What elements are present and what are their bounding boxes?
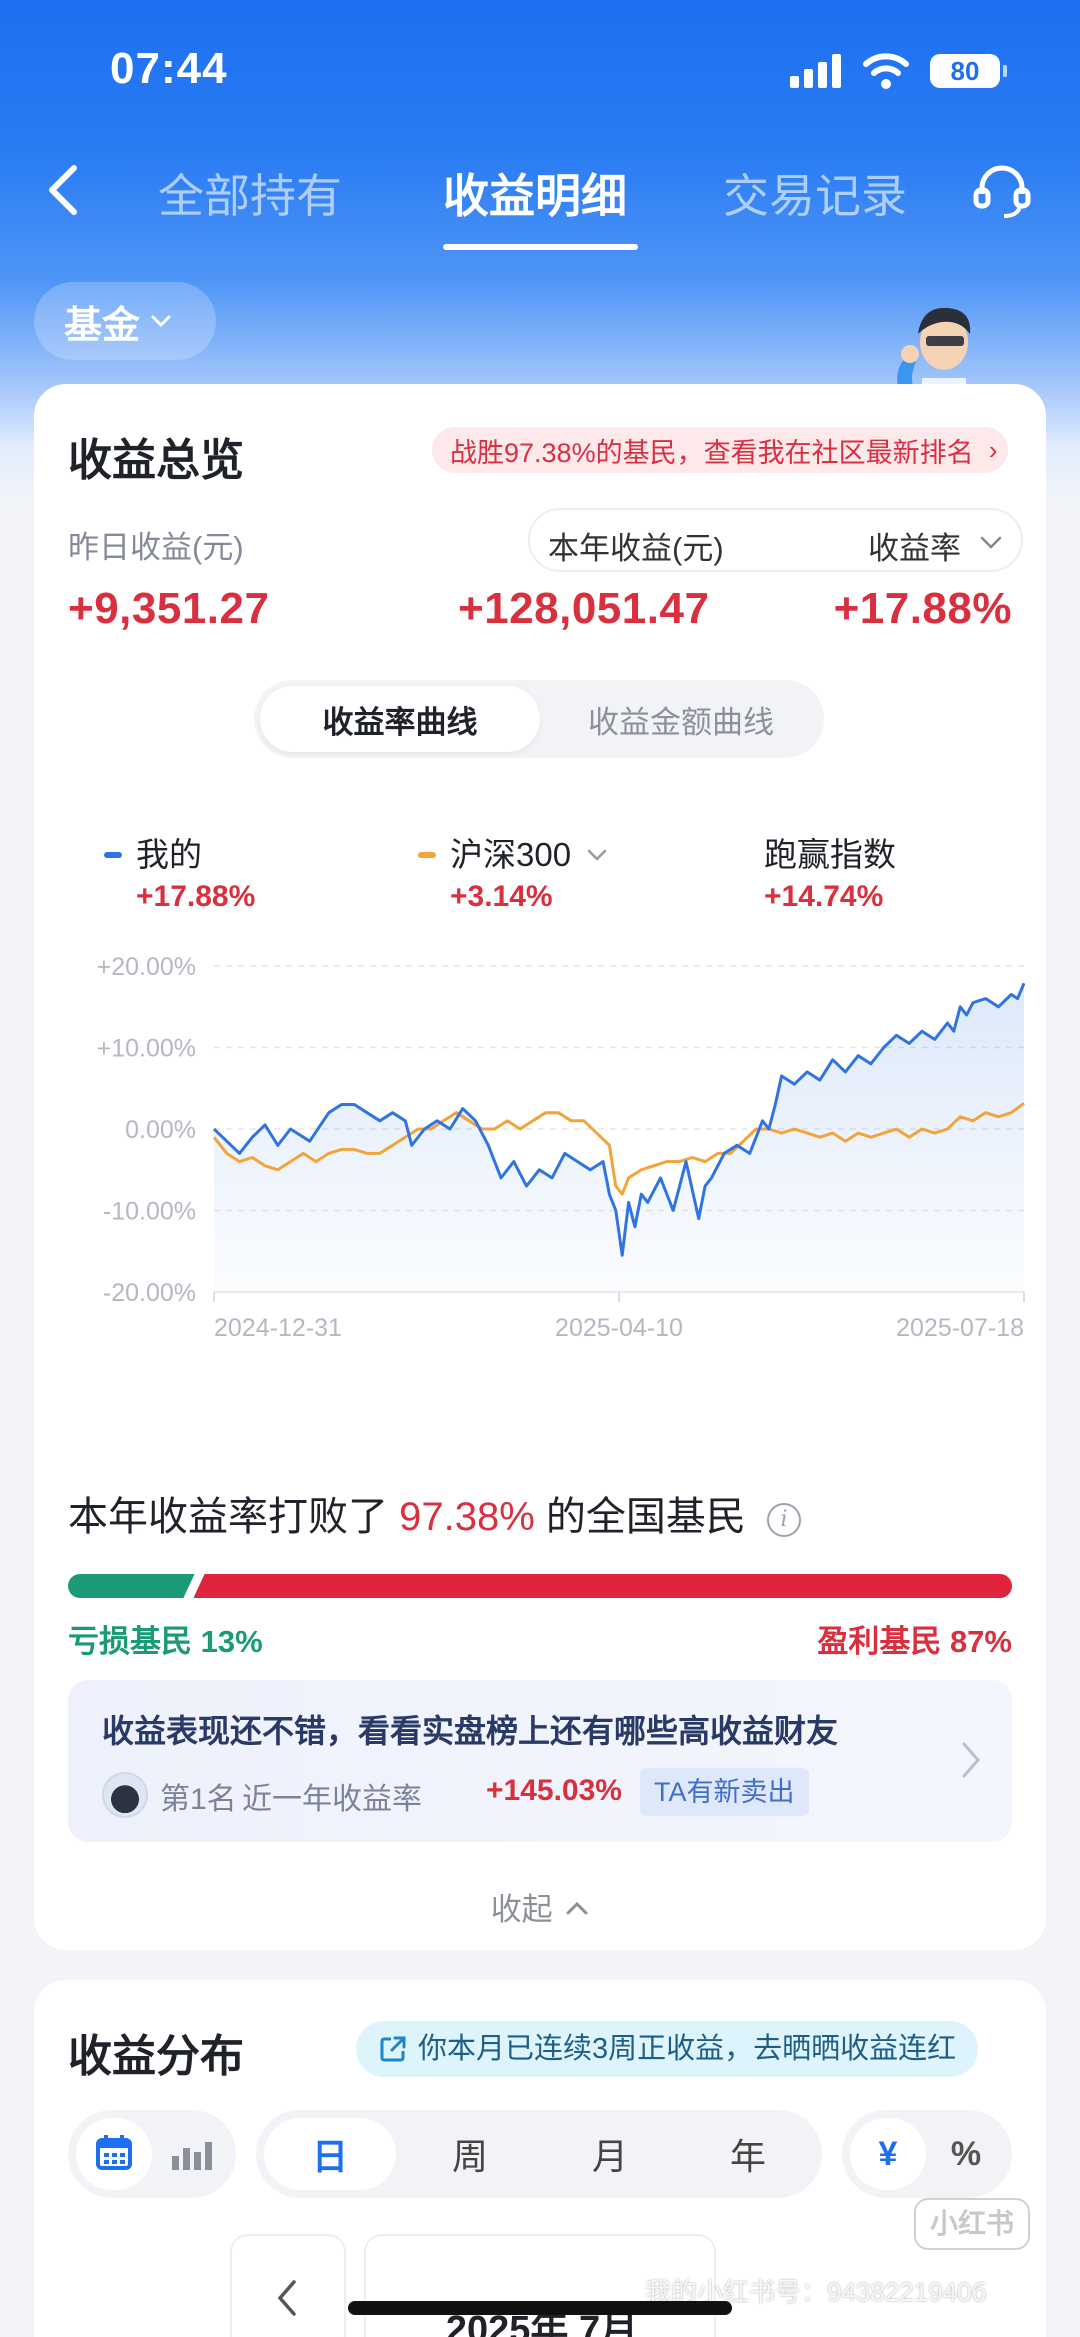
profit-overview-card: 收益总览 战胜97.38%的基民，查看我在社区最新排名 › 昨日收益(元) +9…	[34, 384, 1046, 1950]
view-mode-toggle	[68, 2110, 236, 2198]
mine-legend-name: 我的	[136, 836, 202, 873]
beat-summary: 本年收益率打败了 97.38% 的全国基民 i	[68, 1484, 802, 1542]
index-legend-name[interactable]: 沪深300	[450, 828, 608, 876]
year-profit-label: 本年收益(元)	[548, 531, 724, 566]
gain-bar	[195, 1574, 1012, 1598]
filter-label: 基金	[64, 304, 141, 347]
calendar-view-button[interactable]	[76, 2118, 152, 2190]
y-tick-label: +20.00%	[97, 953, 196, 981]
chevron-down-icon	[151, 315, 171, 328]
y-tick-label: -20.00%	[103, 1279, 196, 1307]
signal-icon	[790, 54, 844, 88]
tab-all-holdings[interactable]: 全部持有	[158, 160, 342, 226]
gain-investors-label: 盈利基民 87%	[817, 1624, 1012, 1659]
index-legend-value: +3.14%	[450, 880, 553, 913]
share-streak-text: 你本月已连续3周正收益，去晒晒收益连红	[418, 2033, 957, 2065]
community-rank-text: 战胜97.38%的基民，查看我在社区最新排名	[450, 437, 974, 468]
battery-indicator: 80	[930, 54, 1007, 88]
collapse-label: 收起	[490, 1892, 553, 1927]
y-tick-label: -10.00%	[103, 1198, 196, 1226]
tab-profit-details[interactable]: 收益明细	[443, 160, 627, 226]
loss-investors-label: 亏损基民 13%	[68, 1624, 263, 1659]
rank-description: 近一年收益率	[242, 1783, 422, 1816]
fund-filter-dropdown[interactable]: 基金	[34, 282, 216, 360]
rank-return-value: +145.03%	[486, 1774, 622, 1807]
index-legend-label: 沪深300	[450, 836, 572, 873]
y-tick-label: 0.00%	[125, 1116, 196, 1144]
period-day[interactable]: 日	[264, 2118, 396, 2190]
leaderboard-title: 收益表现还不错，看看实盘榜上还有哪些高收益财友	[102, 1713, 839, 1749]
metric-selector[interactable]: 本年收益(元) 收益率	[528, 508, 1023, 572]
tab-transaction-records[interactable]: 交易记录	[723, 160, 907, 226]
share-icon	[380, 2036, 406, 2062]
period-year[interactable]: 年	[682, 2118, 814, 2190]
profit-rate-label: 收益率	[868, 531, 961, 566]
beat-percent: 97.38%	[399, 1495, 535, 1539]
period-selector: 日 周 月 年	[256, 2110, 822, 2198]
customer-service-icon[interactable]	[970, 158, 1034, 222]
status-time: 07:44	[110, 44, 228, 93]
leaderboard-banner[interactable]: 收益表现还不错，看看实盘榜上还有哪些高收益财友 第1名 近一年收益率 +145.…	[68, 1680, 1012, 1842]
chevron-right-icon: ›	[988, 435, 998, 465]
series-area-mine	[214, 983, 1024, 1292]
yesterday-profit-label: 昨日收益(元)	[68, 530, 244, 565]
yesterday-profit-value: +9,351.27	[68, 584, 270, 633]
community-rank-banner[interactable]: 战胜97.38%的基民，查看我在社区最新排名 ›	[432, 427, 1008, 473]
beat-index-name: 跑赢指数	[764, 836, 896, 873]
profit-rate-value: +17.88%	[833, 584, 1012, 633]
return-rate-chart: +20.00% +10.00% 0.00% -10.00% -20.00% 2024-12…	[97, 953, 1026, 1342]
unit-percent-button[interactable]: %	[928, 2118, 1004, 2190]
unit-toggle: ¥ %	[842, 2110, 1012, 2198]
wifi-icon	[863, 53, 909, 89]
profit-loss-ratio-bar	[68, 1574, 1012, 1598]
status-bar: 07:44 80	[0, 0, 1080, 140]
chevron-right-icon	[962, 1742, 980, 1778]
previous-month-button[interactable]	[230, 2234, 346, 2337]
back-arrow-icon[interactable]	[40, 160, 90, 220]
loss-bar	[68, 1574, 195, 1598]
mine-legend-marker	[104, 852, 122, 858]
collapse-button[interactable]: 收起	[34, 1884, 1046, 1929]
beat-prefix: 本年收益率打败了	[68, 1495, 388, 1539]
bar-chart-icon[interactable]	[168, 2136, 216, 2172]
chevron-down-icon	[587, 849, 607, 861]
beat-index-value: +14.74%	[764, 880, 884, 913]
rank-number: 第1名	[160, 1783, 237, 1816]
info-icon[interactable]: i	[767, 1503, 802, 1537]
home-indicator	[348, 2301, 732, 2315]
x-tick-label: 2024-12-31	[214, 1314, 342, 1342]
amount-curve-tab[interactable]: 收益金额曲线	[544, 686, 818, 752]
distribution-title: 收益分布	[68, 2032, 244, 2081]
chevron-down-icon	[980, 536, 1002, 549]
curve-type-toggle: 收益率曲线 收益金额曲线	[254, 680, 824, 758]
new-sell-badge: TA有新卖出	[640, 1768, 809, 1816]
year-profit-value: +128,051.47	[458, 584, 710, 633]
period-week[interactable]: 周	[404, 2118, 536, 2190]
unit-yuan-button[interactable]: ¥	[850, 2118, 926, 2190]
x-tick-label: 2025-07-18	[896, 1314, 1024, 1342]
avatar	[102, 1772, 148, 1818]
mine-legend-value: +17.88%	[136, 880, 256, 913]
chevron-left-icon	[277, 2280, 296, 2316]
beat-suffix: 的全国基民	[545, 1495, 746, 1539]
calendar-icon	[96, 2135, 132, 2170]
overview-title: 收益总览	[68, 436, 244, 485]
period-month[interactable]: 月	[544, 2118, 676, 2190]
chevron-up-icon	[566, 1901, 588, 1915]
active-tab-indicator	[443, 244, 638, 250]
watermark-logo: 小红书	[914, 2198, 1030, 2250]
index-legend-marker	[418, 852, 436, 858]
share-streak-banner[interactable]: 你本月已连续3周正收益，去晒晒收益连红	[356, 2021, 979, 2077]
x-tick-label: 2025-04-10	[555, 1314, 683, 1342]
rate-curve-tab[interactable]: 收益率曲线	[260, 686, 540, 752]
y-tick-label: +10.00%	[97, 1035, 196, 1063]
